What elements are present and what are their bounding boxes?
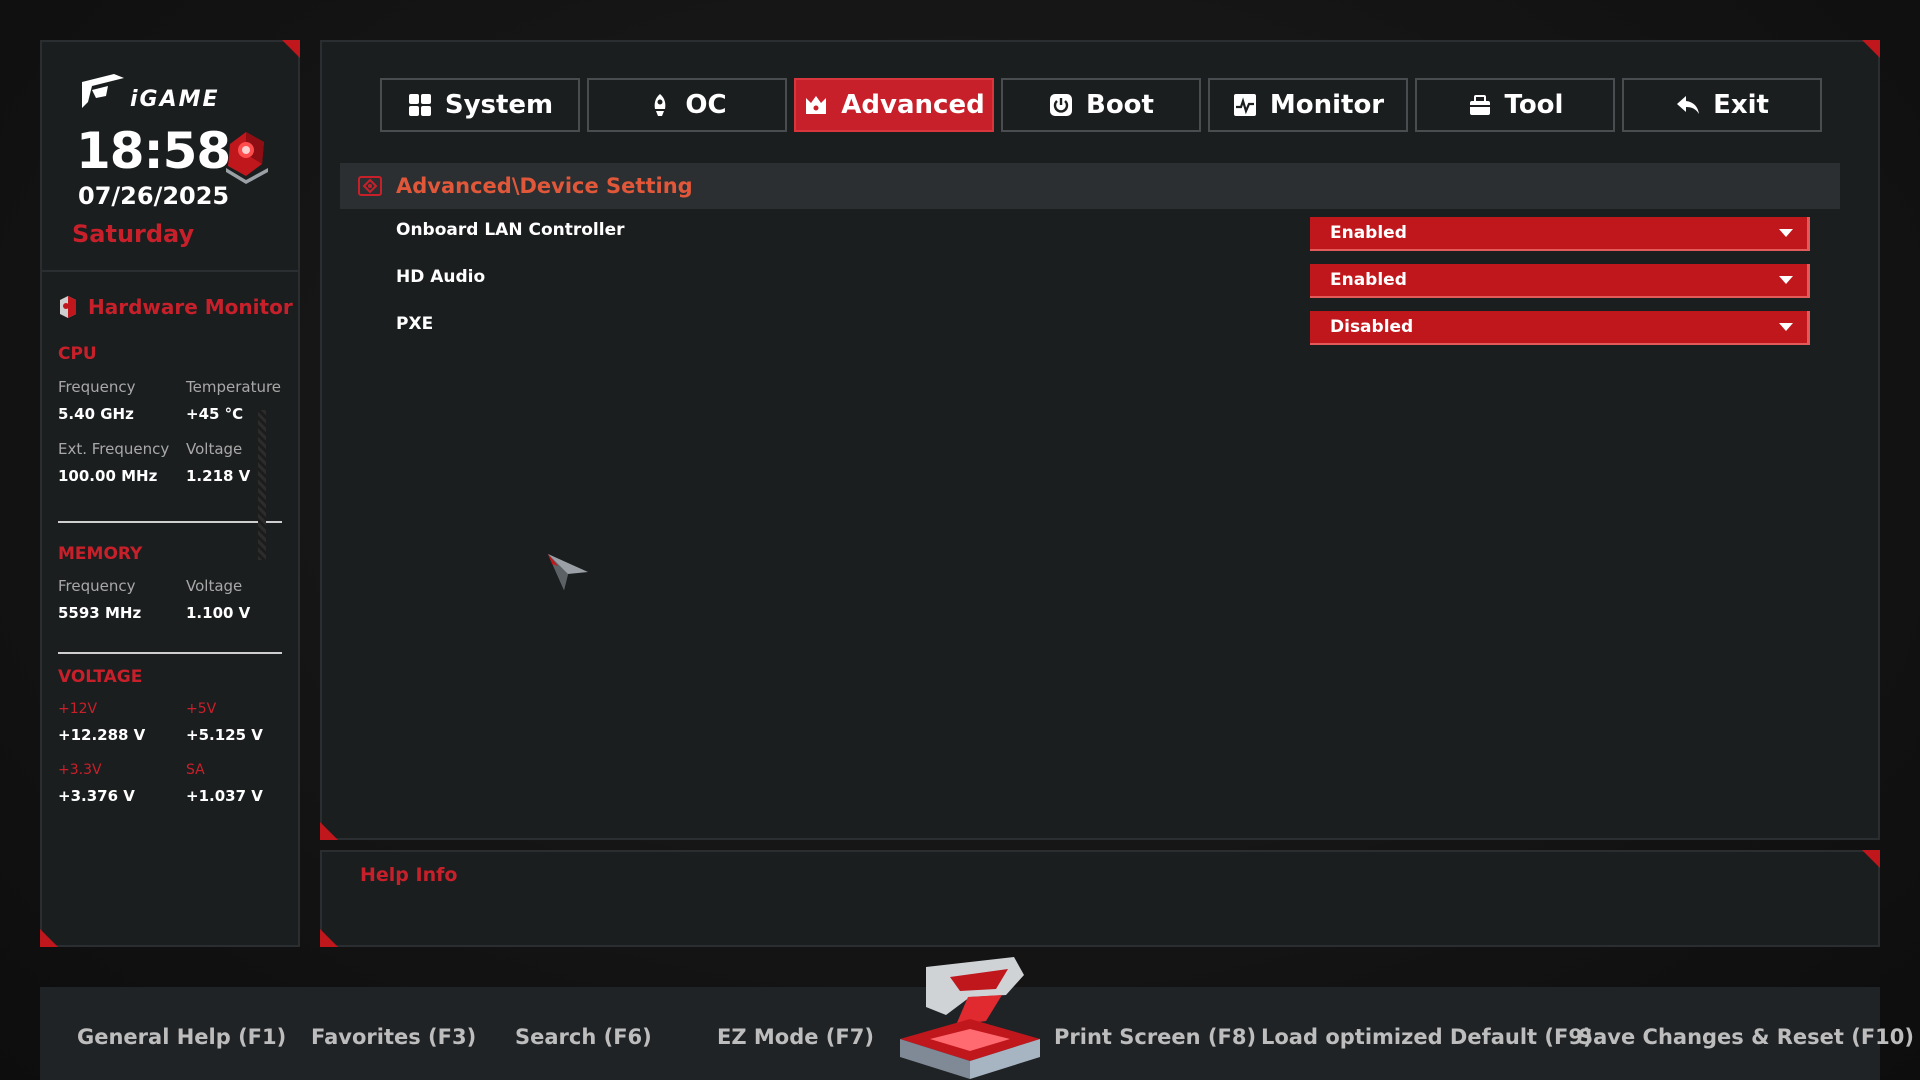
load-default-button[interactable]: Load optimized Default (F9) <box>1261 1025 1593 1049</box>
cpu-temperature-label: Temperature <box>186 378 282 396</box>
breadcrumb-text: Advanced\Device Setting <box>396 174 693 198</box>
setting-label-hd-audio[interactable]: HD Audio <box>396 267 485 287</box>
memory-voltage-value: 1.100 V <box>186 604 251 622</box>
robot-mascot-icon <box>226 132 268 184</box>
v5-value: +5.125 V <box>186 726 263 744</box>
onboard-lan-value: Enabled <box>1330 223 1407 243</box>
ez-mode-button[interactable]: EZ Mode (F7) <box>717 1025 874 1049</box>
clock-day: Saturday <box>72 220 195 248</box>
panel-notch <box>258 410 266 560</box>
chevron-down-icon <box>1779 229 1793 237</box>
cpu-ext-frequency-label: Ext. Frequency <box>58 440 170 458</box>
v33-value: +3.376 V <box>58 787 135 805</box>
onboard-lan-dropdown[interactable]: Enabled <box>1310 217 1810 251</box>
tab-tool[interactable]: Tool <box>1415 78 1615 132</box>
pulse-icon <box>1233 94 1256 116</box>
hardware-monitor-title: Hardware Monitor <box>88 295 293 319</box>
rocket-icon <box>655 94 666 116</box>
memory-frequency-label: Frequency <box>58 577 136 595</box>
chevron-down-icon <box>1779 276 1793 284</box>
cpu-voltage-value: 1.218 V <box>186 467 251 485</box>
tab-tool-label: Tool <box>1504 90 1564 120</box>
v5-label: +5V <box>186 701 217 717</box>
tab-exit-label: Exit <box>1713 90 1769 120</box>
panel-divider <box>42 270 298 272</box>
sa-label: SA <box>186 762 205 778</box>
hd-audio-value: Enabled <box>1330 270 1407 290</box>
chevron-down-icon <box>1779 323 1793 331</box>
cpu-frequency-label: Frequency <box>58 378 136 396</box>
section-divider <box>58 652 282 654</box>
cpu-frequency-value: 5.40 GHz <box>58 405 134 423</box>
tab-advanced[interactable]: Advanced <box>794 78 994 132</box>
cpu-temperature-value: +45 °C <box>186 405 244 423</box>
tab-boot-label: Boot <box>1086 90 1154 120</box>
cpu-voltage-label: Voltage <box>186 440 243 458</box>
brand-logo-text: iGAME <box>130 86 220 112</box>
crown-icon <box>806 96 827 114</box>
hardware-monitor-header: Hardware Monitor <box>58 294 293 320</box>
breadcrumb: Advanced\Device Setting <box>340 163 1840 209</box>
tab-oc[interactable]: OC <box>587 78 787 132</box>
memory-voltage-label: Voltage <box>186 577 243 595</box>
v12-label: +12V <box>58 701 98 717</box>
cpu-ext-frequency-value: 100.00 MHz <box>58 467 158 485</box>
tab-system-label: System <box>444 90 554 120</box>
main-settings-panel: System OC Advanced Boot Monitor Tool Exi… <box>320 40 1880 840</box>
cpu-section-title: CPU <box>58 344 97 364</box>
device-setting-icon <box>358 176 382 196</box>
tab-advanced-label: Advanced <box>841 90 985 120</box>
power-icon <box>1050 94 1072 116</box>
main-tab-bar: System OC Advanced Boot Monitor Tool Exi… <box>380 78 1822 132</box>
back-arrow-icon <box>1677 96 1700 114</box>
igame-logo-icon <box>82 74 124 108</box>
sa-value: +1.037 V <box>186 787 263 805</box>
mouse-cursor-icon <box>548 554 588 590</box>
v12-value: +12.288 V <box>58 726 146 744</box>
tab-oc-label: OC <box>685 90 727 120</box>
hd-audio-dropdown[interactable]: Enabled <box>1310 264 1810 298</box>
pxe-dropdown[interactable]: Disabled <box>1310 311 1810 345</box>
save-reset-button[interactable]: Save Changes & Reset (F10) <box>1578 1025 1914 1049</box>
section-divider <box>58 521 282 523</box>
memory-section-title: MEMORY <box>58 544 143 564</box>
help-info-title: Help Info <box>360 864 458 886</box>
tab-system[interactable]: System <box>380 78 580 132</box>
general-help-button[interactable]: General Help (F1) <box>77 1025 286 1049</box>
favorites-button[interactable]: Favorites (F3) <box>311 1025 476 1049</box>
voltage-section-title: VOLTAGE <box>58 667 143 687</box>
search-button[interactable]: Search (F6) <box>515 1025 652 1049</box>
setting-label-pxe[interactable]: PXE <box>396 314 433 334</box>
help-info-panel: Help Info <box>320 850 1880 947</box>
setting-label-onboard-lan[interactable]: Onboard LAN Controller <box>396 220 625 240</box>
clock-time: 18:58 <box>76 122 231 180</box>
tab-monitor-label: Monitor <box>1269 90 1385 120</box>
pxe-value: Disabled <box>1330 317 1414 337</box>
chip-icon <box>60 296 76 318</box>
toolbox-icon <box>1469 95 1490 115</box>
tab-exit[interactable]: Exit <box>1622 78 1822 132</box>
grid-icon <box>408 94 431 116</box>
clock-date: 07/26/2025 <box>78 182 230 210</box>
tab-monitor[interactable]: Monitor <box>1208 78 1408 132</box>
brand-logo: iGAME <box>78 72 220 112</box>
print-screen-button[interactable]: Print Screen (F8) <box>1054 1025 1256 1049</box>
v33-label: +3.3V <box>58 762 102 778</box>
igame-emblem-icon <box>900 957 1040 1079</box>
tab-boot[interactable]: Boot <box>1001 78 1201 132</box>
memory-frequency-value: 5593 MHz <box>58 604 142 622</box>
